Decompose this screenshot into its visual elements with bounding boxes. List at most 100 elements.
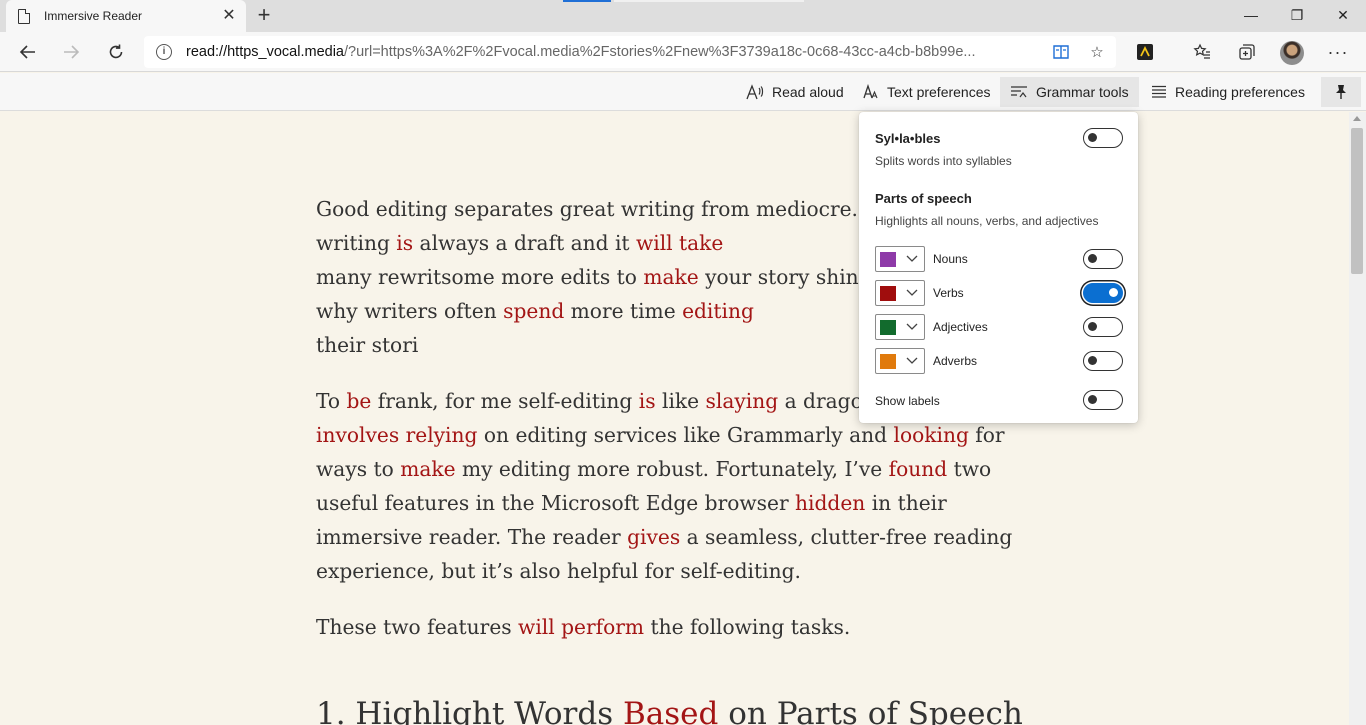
tab-close-icon[interactable]: ✕ (220, 7, 238, 25)
reading-preferences-icon (1151, 85, 1167, 99)
chevron-down-icon (906, 352, 918, 373)
text-preferences-button[interactable]: Text preferences (853, 77, 1001, 107)
text-segment: many rewrit (316, 265, 442, 289)
parts-of-speech-description: Highlights all nouns, verbs, and adjecti… (875, 214, 1099, 228)
verbs-color-picker[interactable] (875, 280, 925, 306)
chevron-down-icon (906, 250, 918, 271)
highlighted-verb: be (346, 389, 372, 413)
text-segment: frank, for me self-editing (371, 389, 639, 413)
text-segment: on editing services like Grammarly and (477, 423, 894, 447)
navigation-bar: i read://https_vocal.media/?url=https%3A… (0, 32, 1366, 72)
text-segment: To (316, 389, 347, 413)
more-options-icon[interactable]: ··· (1326, 40, 1350, 64)
profile-avatar[interactable] (1280, 41, 1304, 65)
text-segment: on Parts of Speech (718, 696, 1023, 725)
text-segment: 1. Highlight Words (316, 696, 623, 725)
highlighted-verb: make (643, 265, 699, 289)
syllables-title: Syl•la•bles (875, 131, 941, 146)
adverbs-color-swatch (880, 354, 896, 369)
highlighted-verb: Based (623, 696, 719, 725)
grammar-tools-label: Grammar tools (1036, 84, 1129, 100)
favorite-star-icon[interactable]: ☆ (1086, 41, 1108, 63)
tab-immersive-reader[interactable]: Immersive Reader ✕ (6, 0, 246, 32)
back-button[interactable] (12, 36, 44, 68)
text-segment: my editing more robust. Fortunately, I’v… (455, 457, 889, 481)
refresh-button[interactable] (100, 36, 132, 68)
parts-of-speech-title: Parts of speech (875, 191, 972, 206)
adjectives-toggle[interactable] (1083, 317, 1123, 337)
adverbs-color-picker[interactable] (875, 348, 925, 374)
back-arrow-icon (19, 45, 35, 59)
collections-icon[interactable] (1235, 40, 1259, 64)
show-labels-toggle[interactable] (1083, 390, 1123, 410)
syllables-toggle[interactable] (1083, 128, 1123, 148)
nouns-toggle[interactable] (1083, 249, 1123, 269)
highlighted-verb: will take (635, 231, 724, 255)
text-segment: the following tasks. (644, 615, 851, 639)
scroll-up-arrow-icon[interactable] (1353, 116, 1361, 121)
text-segment: immersive reader. The reader (316, 525, 628, 549)
nouns-color-swatch (880, 252, 896, 267)
grammar-tools-button[interactable]: Grammar tools (1000, 77, 1139, 107)
text-segment: a seamless, clutter-free reading (680, 525, 1013, 549)
highlighted-verb: is (396, 231, 414, 255)
active-window-indicator (563, 0, 611, 2)
toggle-knob (1088, 322, 1097, 331)
forward-button[interactable] (55, 36, 87, 68)
text-segment: experience, but it’s also helpful for se… (316, 559, 801, 583)
verbs-toggle[interactable] (1083, 283, 1123, 303)
adjectives-color-picker[interactable] (875, 314, 925, 340)
text-segment: ways to (316, 457, 401, 481)
site-info-icon[interactable]: i (156, 44, 172, 60)
verbs-label: Verbs (933, 286, 964, 300)
highlighted-verb: editing (682, 299, 754, 323)
highlighted-verb: make (400, 457, 456, 481)
highlighted-verb: is (638, 389, 656, 413)
highlighted-verb: spend (503, 299, 565, 323)
text-preferences-label: Text preferences (887, 84, 991, 100)
read-aloud-button[interactable]: Read aloud (736, 77, 854, 107)
pin-toolbar-button[interactable] (1321, 77, 1361, 107)
reading-preferences-label: Reading preferences (1175, 84, 1305, 100)
nouns-color-picker[interactable] (875, 246, 925, 272)
highlighted-verb: slaying (705, 389, 779, 413)
vertical-scrollbar[interactable] (1349, 112, 1366, 725)
adjectives-label: Adjectives (933, 320, 988, 334)
tab-title: Immersive Reader (44, 9, 143, 23)
text-segment: These two features (316, 615, 519, 639)
toggle-knob (1088, 254, 1097, 263)
text-segment: always a draft and it (413, 231, 636, 255)
window-indicator (614, 0, 804, 2)
syllables-description: Splits words into syllables (875, 154, 1012, 168)
new-tab-button[interactable]: + (252, 4, 276, 28)
grammar-tools-panel: Syl•la•bles Splits words into syllables … (859, 112, 1138, 423)
toggle-knob (1088, 133, 1097, 142)
reading-preferences-button[interactable]: Reading preferences (1141, 77, 1315, 107)
text-preferences-icon (863, 84, 879, 100)
extension-icon[interactable] (1133, 40, 1157, 64)
immersive-reader-icon[interactable] (1050, 41, 1072, 63)
verbs-color-swatch (880, 286, 896, 301)
minimize-button[interactable]: — (1228, 0, 1274, 30)
toggle-knob (1088, 395, 1097, 404)
restore-button[interactable]: ❐ (1274, 0, 1320, 30)
forward-arrow-icon (64, 45, 80, 59)
reader-toolbar: Read aloud Text preferences Grammar tool… (0, 73, 1366, 111)
close-window-button[interactable]: ✕ (1320, 0, 1366, 30)
tab-strip: Immersive Reader ✕ + — ❐ ✕ (0, 0, 1366, 32)
adverbs-toggle[interactable] (1083, 351, 1123, 371)
address-bar[interactable]: i read://https_vocal.media/?url=https%3A… (144, 36, 1116, 68)
toggle-knob (1109, 288, 1118, 297)
pin-icon (1336, 85, 1346, 99)
scrollbar-thumb[interactable] (1351, 128, 1363, 274)
text-segment: like (655, 389, 706, 413)
text-segment: writing (316, 231, 397, 255)
text-segment: more time (564, 299, 683, 323)
read-aloud-icon (746, 84, 764, 100)
address-domain: read://https_vocal.media (186, 44, 344, 60)
text-segment: in their (865, 491, 947, 515)
text-segment: a drago (778, 389, 863, 413)
text-segment: two (947, 457, 992, 481)
address-path: /?url=https%3A%2F%2Fvocal.media%2Fstorie… (343, 44, 976, 60)
favorites-icon[interactable] (1190, 40, 1214, 64)
